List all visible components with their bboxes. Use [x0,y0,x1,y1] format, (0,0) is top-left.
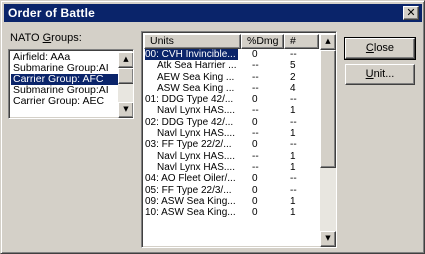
group-list-item[interactable]: Carrier Group: AFC [11,74,118,85]
units-rows: 00: CVH Invincible... 0 -- Atk Sea Harrier … [144,49,319,218]
unit-name: Navl Lynx HAS.... [157,161,235,173]
unit-count: -- [290,139,297,151]
unit-damage: 0 [252,139,258,151]
unit-count: -- [290,116,297,128]
unit-row[interactable]: 03: FF Type 22/2/... 0 -- [144,139,319,150]
order-of-battle-dialog: Order of Battle ✕ NATO Groups: Airfield:… [0,0,425,254]
scroll-up-icon: ▲ [123,55,129,63]
unit-count: -- [290,94,297,106]
unit-count: -- [290,173,297,185]
unit-row[interactable]: 01: DDG Type 42/... 0 -- [144,94,319,105]
unit-count: 5 [290,60,296,72]
unit-count: 4 [290,82,296,94]
unit-name: ASW Sea King ... [157,82,235,94]
unit-row[interactable]: Navl Lynx HAS.... -- 1 [144,128,319,139]
unit-damage: -- [252,128,259,140]
unit-row[interactable]: Navl Lynx HAS.... -- 1 [144,162,319,173]
groups-scroll-thumb[interactable] [118,68,133,84]
units-column-header[interactable]: Units [144,34,241,49]
unit-row[interactable]: 04: AO Fleet Oiler/... 0 -- [144,173,319,184]
scroll-up-icon: ▲ [325,37,331,45]
unit-name: Navl Lynx HAS.... [157,105,235,117]
close-window-button[interactable]: ✕ [403,6,419,20]
unit-row[interactable]: 10: ASW Sea King... 0 1 [144,207,319,218]
unit-name: AEW Sea King ... [157,71,235,83]
unit-damage: -- [252,60,259,72]
title-bar[interactable]: Order of Battle ✕ [4,4,422,22]
unit-damage: 0 [252,94,258,106]
unit-row[interactable]: ASW Sea King ... -- 4 [144,83,319,94]
unit-name: 01: DDG Type 42/... [145,94,234,106]
unit-damage: 0 [252,116,258,128]
unit-button[interactable]: Unit... [345,64,415,85]
unit-name: Navl Lynx HAS.... [157,128,235,140]
unit-row[interactable]: Navl Lynx HAS.... -- 1 [144,151,319,162]
groups-scroll-up-button[interactable]: ▲ [118,52,133,68]
count-column-header[interactable]: # [284,34,319,49]
nato-groups-label: NATO Groups: [10,32,82,44]
close-icon: ✕ [406,6,416,19]
unit-name: Navl Lynx HAS.... [157,150,235,162]
units-scroll-thumb[interactable] [320,50,336,168]
unit-row[interactable]: 09: ASW Sea King... 0 1 [144,196,319,207]
unit-name: 03: FF Type 22/2/... [145,139,232,151]
unit-damage: 0 [252,195,258,207]
units-list[interactable]: Units %Dmg # 00: CVH Invincible... 0 -- Atk… [141,31,337,248]
unit-count: 2 [290,71,296,83]
unit-damage: -- [252,150,259,162]
group-list-item[interactable]: Carrier Group: AEC [11,96,118,107]
groups-scroll-down-button[interactable]: ▼ [118,102,133,118]
unit-count: 1 [290,207,296,219]
units-scrollbar[interactable]: ▲ ▼ [320,34,336,247]
unit-damage: 0 [252,184,258,196]
scroll-down-icon: ▼ [123,105,129,113]
unit-row[interactable]: 05: FF Type 22/3/... 0 -- [144,185,319,196]
unit-damage: -- [252,71,259,83]
unit-name: 09: ASW Sea King... [145,195,236,207]
unit-name: 04: AO Fleet Oiler/... [145,173,236,185]
units-scroll-up-button[interactable]: ▲ [320,34,336,50]
unit-count: -- [290,49,297,60]
unit-damage: -- [252,82,259,94]
damage-column-header[interactable]: %Dmg [241,34,284,49]
unit-count: 1 [290,161,296,173]
close-button[interactable]: Close [344,37,416,60]
unit-count: 1 [290,195,296,207]
scroll-down-icon: ▼ [325,234,331,242]
unit-damage: 0 [252,173,258,185]
units-scroll-down-button[interactable]: ▼ [320,231,336,247]
unit-damage: -- [252,161,259,173]
units-header: Units %Dmg # [144,34,319,49]
unit-damage: -- [252,105,259,117]
unit-name: 10: ASW Sea King... [145,207,236,219]
unit-row[interactable]: 02: DDG Type 42/... 0 -- [144,117,319,128]
unit-count: -- [290,184,297,196]
groups-rows: Airfield: AAa Submarine Group:AI Carrier G… [11,52,118,107]
window-title: Order of Battle [8,6,96,20]
unit-damage: 0 [252,49,258,60]
unit-row[interactable]: Atk Sea Harrier ... -- 5 [144,60,319,71]
unit-name: 02: DDG Type 42/... [145,116,234,128]
unit-name: Atk Sea Harrier ... [157,60,237,72]
unit-damage: 0 [252,207,258,219]
unit-count: 1 [290,105,296,117]
unit-name: 05: FF Type 22/3/... [145,184,232,196]
groups-scrollbar[interactable]: ▲ ▼ [118,52,133,118]
group-list-item[interactable]: Submarine Group:AI [11,85,118,96]
unit-count: 1 [290,150,296,162]
nato-groups-list[interactable]: Airfield: AAa Submarine Group:AI Carrier G… [8,49,134,119]
group-list-item[interactable]: Submarine Group:AI [11,63,118,74]
group-list-item[interactable]: Airfield: AAa [11,52,118,63]
unit-count: 1 [290,128,296,140]
unit-row[interactable]: Navl Lynx HAS.... -- 1 [144,105,319,116]
unit-row[interactable]: 00: CVH Invincible... 0 -- [144,49,319,61]
unit-row[interactable]: AEW Sea King ... -- 2 [144,72,319,83]
unit-name: 00: CVH Invincible... [145,49,238,61]
